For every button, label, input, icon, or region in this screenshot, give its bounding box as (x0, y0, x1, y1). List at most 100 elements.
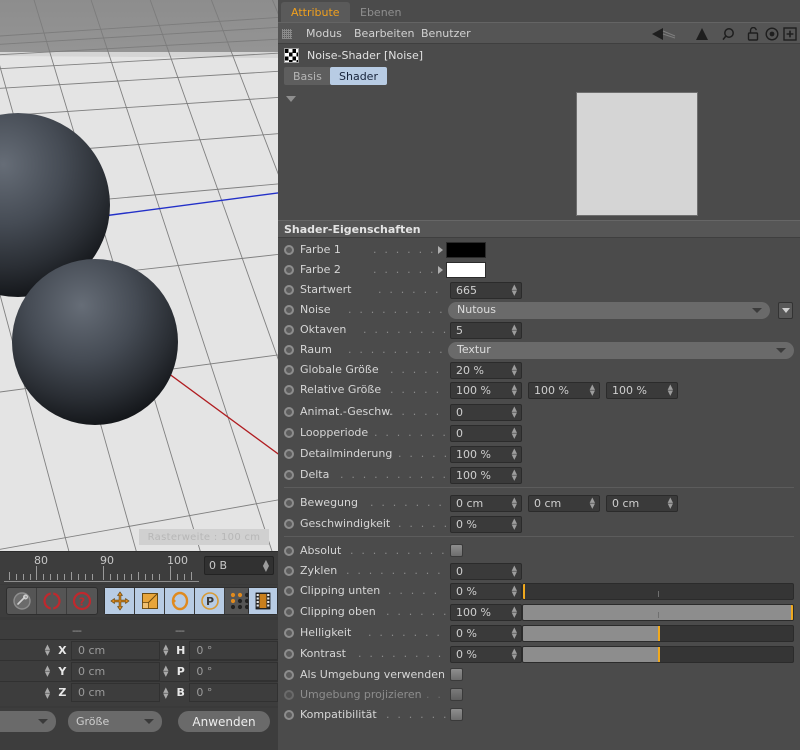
clipping-oben-field[interactable]: 100 % ▲ ▼ (450, 604, 522, 621)
coordinate-row-x[interactable]: ▲ ▼ X 0 cm ▲ ▼ H 0 ° (0, 640, 278, 661)
animate-dot-icon[interactable] (284, 670, 294, 680)
stepper-arrows-icon[interactable]: ▲ ▼ (512, 497, 517, 510)
menu-bearbeiten[interactable]: Bearbeiten (354, 27, 414, 40)
menu-benutzer[interactable]: Benutzer (421, 27, 471, 40)
apply-button[interactable]: Anwenden (178, 711, 270, 732)
stepper-arrows-icon[interactable]: ▲ ▼ (512, 284, 517, 297)
animate-dot-icon[interactable] (284, 607, 294, 617)
stepper-arrows-icon[interactable]: ▲ ▼ (668, 497, 673, 510)
property-row-relative-groesse[interactable]: Relative Größe . . . . . . . . 100 % ▲▼ … (278, 380, 800, 400)
stepper-arrows-icon[interactable]: ▲ ▼ (512, 627, 517, 640)
property-row-zyklen[interactable]: Zyklen . . . . . . . . . . . . . . 0 ▲▼ (278, 561, 800, 581)
tool-toolbar[interactable]: ? P (0, 585, 278, 617)
move-tool-icon[interactable] (105, 588, 135, 614)
oktaven-field[interactable]: 5 ▲ ▼ (450, 322, 522, 339)
delta-field[interactable]: 100 % ▲ ▼ (450, 467, 522, 484)
animate-dot-icon[interactable] (284, 649, 294, 659)
noise-preset-button[interactable] (778, 302, 793, 319)
property-row-detailminderung[interactable]: Detailminderung . . . . . . . 100 % ▲▼ (278, 444, 800, 464)
property-row-kompatibilitaet[interactable]: Kompatibilität . . . . . . . . . (278, 705, 800, 725)
rotate-tool-icon[interactable] (165, 588, 195, 614)
subtab-shader[interactable]: Shader (330, 67, 387, 85)
property-row-animat-geschw[interactable]: Animat.-Geschw. . . . . . . . . 0 ▲▼ (278, 402, 800, 422)
clipping-unten-field[interactable]: 0 % ▲ ▼ (450, 583, 522, 600)
kompatibilitaet-checkbox[interactable] (450, 708, 463, 721)
animate-dot-icon[interactable] (284, 285, 294, 295)
animate-dot-icon[interactable] (284, 628, 294, 638)
target-icon[interactable] (765, 27, 779, 41)
animate-dot-icon[interactable] (284, 385, 294, 395)
animate-dot-icon[interactable] (284, 586, 294, 596)
animate-dot-icon[interactable] (284, 345, 294, 355)
clipping-oben-slider[interactable] (522, 604, 794, 621)
property-row-farbe-1[interactable]: Farbe 1 . . . . . . . . . . (278, 240, 800, 260)
collapse-triangle-icon[interactable] (286, 96, 296, 102)
animate-dot-icon[interactable] (284, 710, 294, 720)
expand-triangle-icon[interactable] (438, 266, 443, 274)
noise-preview[interactable] (576, 92, 698, 216)
animate-dot-icon[interactable] (284, 498, 294, 508)
animate-dot-icon[interactable] (284, 265, 294, 275)
property-row-geschwindigkeit[interactable]: Geschwindigkeit . . . . . . . 0 % ▲▼ (278, 514, 800, 534)
tool-group-transform[interactable]: P (104, 587, 258, 615)
raum-combo[interactable]: Textur (448, 342, 794, 359)
h-spinner[interactable]: ▲ ▼ (160, 641, 172, 660)
b-rotation-field[interactable]: 0 ° (189, 683, 278, 702)
relative-groesse-y-field[interactable]: 100 % ▲ ▼ (528, 382, 600, 399)
stepper-arrows-icon[interactable]: ▲ ▼ (512, 384, 517, 397)
helligkeit-slider[interactable] (522, 625, 794, 642)
property-row-als-umgebung-verwenden[interactable]: Als Umgebung verwenden (278, 665, 800, 685)
animate-dot-icon[interactable] (284, 245, 294, 255)
globale-groesse-field[interactable]: 20 % ▲ ▼ (450, 362, 522, 379)
shader-subtabs[interactable]: Basis Shader (278, 66, 800, 88)
stepper-arrows-icon[interactable]: ▲ ▼ (590, 497, 595, 510)
tool-group-render[interactable] (248, 587, 278, 615)
stepper-arrows-icon[interactable]: ▲ ▼ (512, 324, 517, 337)
bewegung-y-field[interactable]: 0 cm ▲ ▼ (528, 495, 600, 512)
color-swatch-farbe-1[interactable] (446, 242, 486, 258)
property-row-absolut[interactable]: Absolut . . . . . . . . . . . . . . (278, 541, 800, 561)
up-arrow-icon[interactable] (694, 27, 710, 41)
timeline-bar[interactable]: 80 90 100 0 B ▲ ▼ (0, 551, 278, 584)
bewegung-z-field[interactable]: 0 cm ▲ ▼ (606, 495, 678, 512)
stepper-arrows-icon[interactable]: ▲ ▼ (512, 364, 517, 377)
p-spinner[interactable]: ▲ ▼ (160, 662, 172, 681)
animate-dot-icon[interactable] (284, 449, 294, 459)
plus-icon[interactable] (783, 27, 797, 41)
animate-dot-icon[interactable] (284, 428, 294, 438)
clipping-unten-slider[interactable] (522, 583, 794, 600)
x-spinner[interactable]: ▲ ▼ (41, 641, 53, 660)
frame-count-field[interactable]: 0 B ▲ ▼ (204, 556, 274, 575)
stepper-arrows-icon[interactable]: ▲ ▼ (512, 648, 517, 661)
p-rotation-field[interactable]: 0 ° (189, 661, 278, 681)
helligkeit-field[interactable]: 0 % ▲ ▼ (450, 625, 522, 642)
tab-ebenen[interactable]: Ebenen (350, 2, 411, 22)
property-row-oktaven[interactable]: Oktaven . . . . . . . . . . . . 5 ▲▼ (278, 320, 800, 340)
timeline-ruler[interactable]: 80 90 100 (0, 552, 200, 585)
help-icon[interactable]: ? (67, 588, 97, 614)
animate-dot-icon[interactable] (284, 305, 294, 315)
property-row-globale-groesse[interactable]: Globale Größe . . . . . . . . 20 % ▲▼ (278, 360, 800, 380)
property-row-helligkeit[interactable]: Helligkeit . . . . . . . . . . . . 0 % ▲… (278, 623, 800, 643)
geschwindigkeit-field[interactable]: 0 % ▲ ▼ (450, 516, 522, 533)
animate-dot-icon[interactable] (284, 546, 294, 556)
back-arrow-icon[interactable] (650, 27, 678, 41)
stepper-arrows-icon[interactable]: ▲ ▼ (512, 518, 517, 531)
drag-grip-icon[interactable] (282, 29, 292, 39)
undo-circle-icon[interactable] (37, 588, 67, 614)
stepper-arrows-icon[interactable]: ▲ ▼ (512, 585, 517, 598)
noise-type-combo[interactable]: Nutous (448, 302, 770, 319)
stepper-arrows-icon[interactable]: ▲ ▼ (512, 469, 517, 482)
tab-attribute[interactable]: Attribute (281, 2, 350, 22)
coordinate-row-z[interactable]: ▲ ▼ Z 0 cm ▲ ▼ B 0 ° (0, 682, 278, 703)
size-dropdown[interactable]: Größe (68, 711, 162, 732)
bewegung-x-field[interactable]: 0 cm ▲ ▼ (450, 495, 522, 512)
zyklen-field[interactable]: 0 ▲ ▼ (450, 563, 522, 580)
object-header[interactable]: Noise-Shader [Noise] (278, 44, 800, 66)
property-row-kontrast[interactable]: Kontrast . . . . . . . . . . . . . 0 % ▲… (278, 644, 800, 664)
z-position-field[interactable]: 0 cm (71, 683, 160, 702)
x-position-field[interactable]: 0 cm (71, 640, 160, 660)
stepper-arrows-icon[interactable]: ▲ ▼ (512, 606, 517, 619)
property-row-noise[interactable]: Noise . . . . . . . . . . . . . . Nutous (278, 300, 800, 320)
property-row-raum[interactable]: Raum . . . . . . . . . . . . . . Textur (278, 340, 800, 360)
